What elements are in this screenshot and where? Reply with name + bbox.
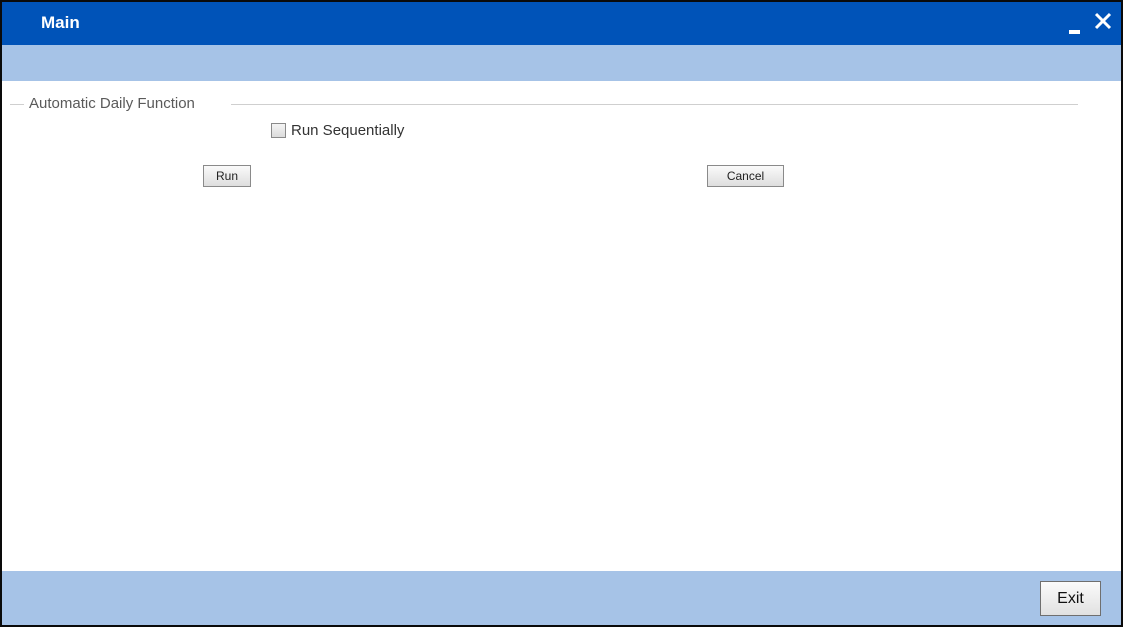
minimize-icon	[1069, 30, 1080, 34]
run-sequentially-option[interactable]: Run Sequentially	[271, 122, 404, 139]
minimize-button[interactable]	[1067, 8, 1083, 34]
main-window: Main Automatic Daily Function Run Sequen…	[0, 0, 1123, 627]
run-sequentially-label: Run Sequentially	[291, 122, 405, 139]
title-bar: Main	[2, 2, 1121, 45]
close-button[interactable]	[1092, 8, 1114, 34]
footer-bar: Exit	[2, 571, 1121, 625]
close-icon	[1094, 12, 1112, 30]
exit-button[interactable]: Exit	[1040, 581, 1101, 616]
run-button[interactable]: Run	[203, 165, 251, 187]
window-title: Main	[41, 13, 80, 32]
section-legend: Automatic Daily Function	[27, 95, 197, 112]
cancel-button[interactable]: Cancel	[707, 165, 784, 187]
toolbar	[2, 45, 1121, 81]
fieldset-divider-left	[10, 104, 24, 105]
fieldset-divider-right	[231, 104, 1078, 105]
run-sequentially-checkbox[interactable]	[271, 123, 286, 138]
